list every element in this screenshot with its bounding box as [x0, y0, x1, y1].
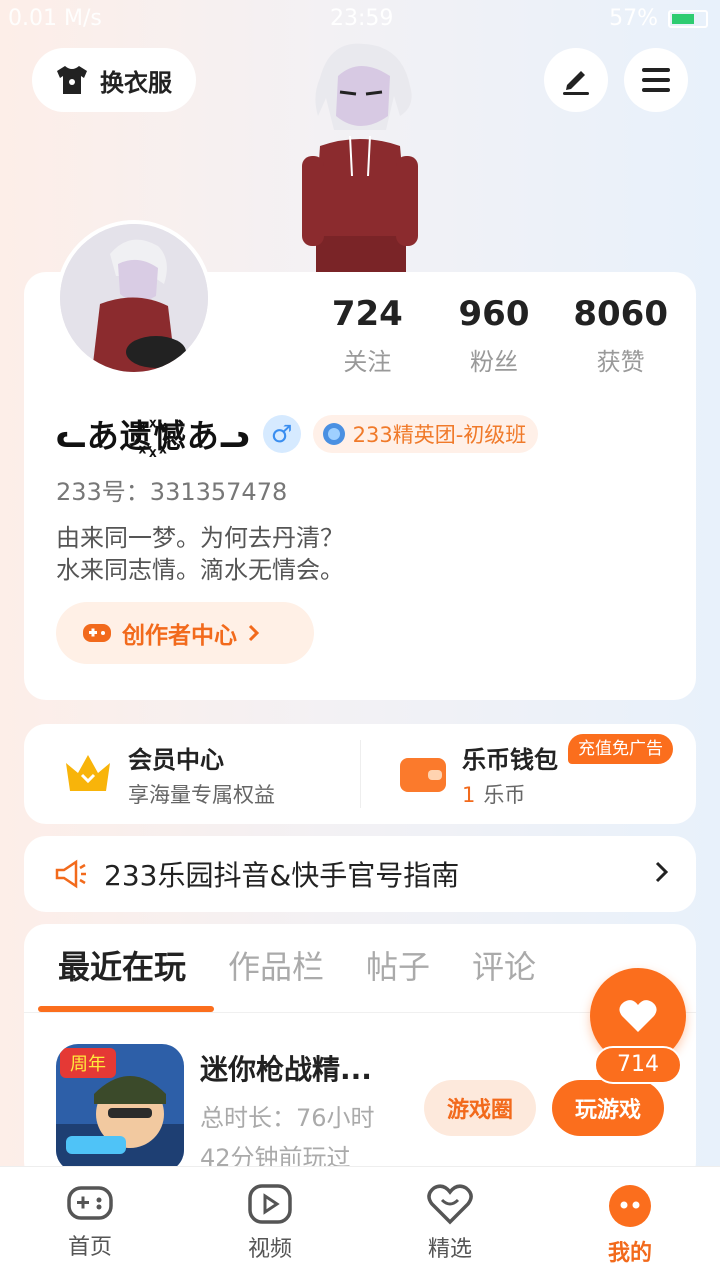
play-game-button[interactable]: 玩游戏 [552, 1080, 664, 1136]
tab-recent-played[interactable]: 最近在玩 [58, 942, 186, 988]
user-id: 233号：331357478 [56, 478, 288, 506]
game-total-duration: 总时长：76小时 [200, 1104, 375, 1132]
megaphone-icon [55, 859, 86, 889]
shirt-icon [57, 66, 87, 94]
gamepad-icon [67, 1186, 113, 1220]
avatar[interactable] [56, 220, 212, 376]
following-stat[interactable]: 724 关注 [304, 294, 431, 377]
fans-stat[interactable]: 960 粉丝 [431, 294, 558, 377]
nickname: ᓚあ遗꙰憾あᓗ [56, 417, 251, 455]
status-bar: 0.01 M/s 23:59 57% [0, 0, 720, 40]
official-guide-banner[interactable]: 233乐园抖音&快手官号指南 [24, 836, 696, 912]
game-icon-text: 周年 [70, 1054, 106, 1075]
badge-label: 233精英团-初级班 [352, 423, 527, 447]
change-outfit-label: 换衣服 [100, 68, 172, 97]
game-circle-button[interactable]: 游戏圈 [424, 1080, 536, 1136]
nav-video[interactable]: 视频 [180, 1167, 360, 1280]
bottom-nav: 首页 视频 精选 我的 [0, 1166, 720, 1280]
wallet-icon [400, 758, 446, 792]
game-title[interactable]: 迷你枪战精... [200, 1048, 372, 1088]
chevron-right-icon [248, 624, 260, 642]
following-label: 关注 [343, 348, 392, 376]
nav-featured[interactable]: 精选 [360, 1167, 540, 1280]
content-tabs: 最近在玩 作品栏 帖子 评论 [58, 942, 536, 988]
member-center-subtitle: 享海量专属权益 [128, 782, 275, 807]
male-gender-icon: ♂ [262, 415, 301, 453]
wallet-title: 乐币钱包 [462, 745, 558, 774]
menu-icon [642, 68, 670, 92]
nav-featured-label: 精选 [427, 1237, 472, 1262]
profile-stats: 724 关注 960 粉丝 8060 获赞 [304, 294, 684, 377]
creator-center-label: 创作者中心 [122, 623, 237, 649]
play-icon [248, 1184, 292, 1224]
recent-section: 最近在玩 作品栏 帖子 评论 周年 迷你枪战精... 总时长：76小时 42分钟… [24, 924, 696, 1184]
tab-comments[interactable]: 评论 [472, 942, 536, 988]
likes-count: 8060 [573, 294, 668, 334]
battery-icon [668, 9, 708, 28]
fans-count: 960 [458, 294, 530, 334]
member-badge[interactable]: 233精英团-初级班 [312, 415, 539, 453]
following-count: 724 [331, 294, 403, 334]
likes-label: 获赞 [596, 348, 645, 376]
avatar-image [60, 224, 208, 372]
bio: 由来同一梦。为何去丹清？ 水来同志情。滴水无情会。 [56, 522, 344, 586]
wallet-amount: 1 [462, 782, 476, 807]
member-center-title: 会员中心 [128, 745, 224, 774]
recharge-promo-badge: 充值免广告 [568, 734, 673, 764]
nav-video-label: 视频 [247, 1237, 292, 1262]
wallet-unit: 乐币 [483, 782, 526, 807]
nav-mine[interactable]: 我的 [540, 1167, 720, 1280]
heart-icon [619, 1000, 657, 1032]
game-icon[interactable]: 周年 [56, 1044, 184, 1172]
bio-line-2: 水来同志情。滴水无情会。 [56, 556, 344, 584]
member-center-entry[interactable]: 会员中心 享海量专属权益 [24, 724, 360, 824]
fans-label: 粉丝 [470, 348, 518, 376]
nav-home-label: 首页 [67, 1235, 112, 1260]
medal-icon [322, 423, 345, 445]
tab-works[interactable]: 作品栏 [228, 942, 324, 988]
change-outfit-button[interactable]: 换衣服 [32, 48, 196, 112]
nav-mine-label: 我的 [607, 1241, 652, 1266]
pencil-icon [563, 71, 589, 95]
creator-center-button[interactable]: 创作者中心 [56, 602, 314, 664]
status-time: 23:59 [330, 6, 394, 31]
face-icon [609, 1185, 651, 1227]
likes-stat[interactable]: 8060 获赞 [557, 294, 684, 377]
character-avatar-figure [302, 43, 418, 272]
battery-percent: 57% [609, 6, 658, 31]
crown-icon [66, 755, 110, 791]
network-speed: 0.01 M/s [8, 6, 102, 31]
bio-line-1: 由来同一梦。为何去丹清？ [56, 524, 344, 552]
edit-profile-button[interactable] [544, 48, 608, 112]
chevron-right-icon [655, 861, 669, 883]
guide-text: 233乐园抖音&快手官号指南 [104, 859, 460, 892]
heart-chat-icon [427, 1184, 473, 1225]
like-count: 714 [594, 1046, 682, 1084]
gamepad-icon [83, 624, 111, 642]
menu-button[interactable] [624, 48, 688, 112]
tab-posts[interactable]: 帖子 [366, 942, 430, 988]
nav-home[interactable]: 首页 [0, 1167, 180, 1280]
